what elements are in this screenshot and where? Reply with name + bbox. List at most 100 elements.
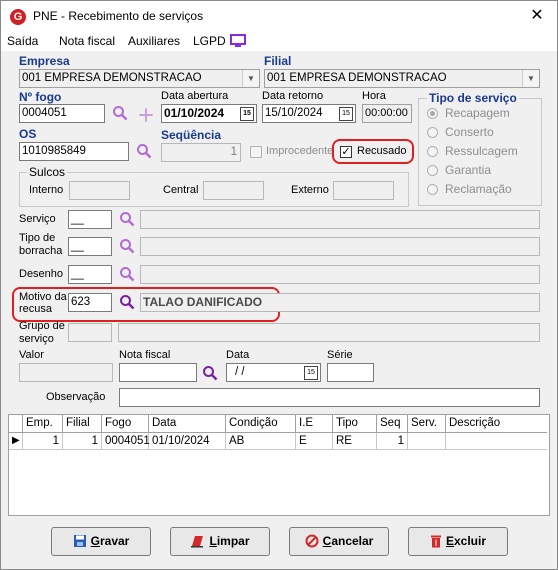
menu-nota-fiscal[interactable]: Nota fiscal <box>59 34 115 48</box>
recusado-checkbox[interactable]: ✓ <box>340 146 352 158</box>
table-row[interactable]: ▶ 1 1 0004051 01/10/2024 AB E RE 1 <box>9 433 547 450</box>
central-input[interactable] <box>203 181 264 200</box>
data-input[interactable]: / / 15 <box>226 363 321 382</box>
trash-icon <box>430 535 441 548</box>
improcedente-checkbox[interactable] <box>250 146 262 158</box>
os-input[interactable]: 1010985849 <box>19 142 129 161</box>
close-icon[interactable]: ✕ <box>527 6 547 26</box>
nota-fiscal-input[interactable] <box>119 363 197 382</box>
externo-label: Externo <box>291 184 329 196</box>
grupo-servico-description <box>118 323 540 342</box>
desenho-code-input[interactable]: __ <box>68 265 112 284</box>
sequencia-label: Seqüência <box>161 128 222 142</box>
limpar-label: impar <box>216 534 250 548</box>
externo-input[interactable] <box>333 181 394 200</box>
data-retorno-label: Data retorno <box>262 90 324 102</box>
col-ie[interactable]: I.E <box>296 415 333 432</box>
menu-saida[interactable]: Saída <box>7 34 38 48</box>
radio-garantia <box>427 165 438 176</box>
improcedente-label: Improcedente <box>266 145 334 157</box>
data-abertura-label: Data abertura <box>161 90 229 102</box>
search-icon[interactable] <box>119 211 135 227</box>
col-data[interactable]: Data <box>149 415 226 432</box>
search-icon[interactable] <box>119 266 135 282</box>
tipo-borracha-description <box>140 237 540 256</box>
col-tipo[interactable]: Tipo <box>333 415 377 432</box>
observacao-input[interactable] <box>119 388 540 407</box>
col-descricao[interactable]: Descrição <box>446 415 547 432</box>
observacao-label: Observação <box>46 391 106 403</box>
hora-input[interactable]: 00:00:00 <box>362 104 412 123</box>
cell-descricao <box>446 433 547 449</box>
col-emp[interactable]: Emp. <box>23 415 63 432</box>
sequencia-input[interactable]: 1 <box>161 143 241 162</box>
empresa-label: Empresa <box>19 54 70 68</box>
data-abertura-input[interactable]: 01/10/2024 15 <box>161 104 257 123</box>
search-icon[interactable] <box>202 365 218 381</box>
radio-reclamacao <box>427 184 438 195</box>
save-icon <box>73 535 86 547</box>
motivo-recusa-code-input[interactable]: 623 <box>68 293 112 312</box>
central-label: Central <box>163 184 199 196</box>
search-icon[interactable] <box>112 105 128 121</box>
col-serv[interactable]: Serv. <box>408 415 446 432</box>
gravar-accel: G <box>90 534 100 548</box>
monitor-icon[interactable] <box>230 34 246 48</box>
col-fogo[interactable]: Fogo <box>102 415 149 432</box>
limpar-accel: L <box>209 534 217 548</box>
motivo-recusa-label: Motivo da recusa <box>19 291 67 315</box>
empresa-select[interactable]: 001 EMPRESA DEMONSTRACAO ▼ <box>19 69 260 88</box>
gravar-button[interactable]: Gravar <box>51 527 151 556</box>
interno-input[interactable] <box>69 181 130 200</box>
plus-icon[interactable] <box>138 107 154 123</box>
limpar-button[interactable]: Limpar <box>170 527 270 556</box>
tipo-borracha-code-input[interactable]: __ <box>68 237 112 256</box>
grupo-servico-label: Grupo de serviço <box>19 320 65 345</box>
data-retorno-input[interactable]: 15/10/2024 15 <box>262 104 356 123</box>
fogo-input[interactable]: 0004051 <box>19 104 105 123</box>
serie-input[interactable] <box>327 363 374 382</box>
cancelar-button[interactable]: Cancelar <box>289 527 389 556</box>
filial-value: 001 EMPRESA DEMONSTRACAO <box>267 72 447 84</box>
title-bar: G PNE - Recebimento de serviços ✕ <box>1 1 557 31</box>
gravar-label: ravar <box>99 534 130 548</box>
calendar-icon[interactable]: 15 <box>240 107 254 121</box>
calendar-icon[interactable]: 15 <box>304 366 318 380</box>
excluir-label: xcluir <box>454 534 487 548</box>
cell-filial: 1 <box>63 433 102 449</box>
filial-select[interactable]: 001 EMPRESA DEMONSTRACAO ▼ <box>264 69 540 88</box>
col-filial[interactable]: Filial <box>63 415 102 432</box>
empresa-value: 001 EMPRESA DEMONSTRACAO <box>22 72 202 84</box>
chevron-down-icon[interactable]: ▼ <box>242 70 259 87</box>
cell-serv <box>408 433 446 449</box>
cell-data: 01/10/2024 <box>149 433 226 449</box>
data-label: Data <box>226 349 250 361</box>
search-icon[interactable] <box>119 294 135 310</box>
grupo-servico-code-input[interactable] <box>68 323 112 342</box>
cancelar-accel: C <box>322 534 332 548</box>
col-condicao[interactable]: Condição <box>226 415 296 432</box>
recusado-label: Recusado <box>357 145 407 157</box>
excluir-button[interactable]: Excluir <box>408 527 508 556</box>
servico-code-input[interactable]: __ <box>68 210 112 229</box>
menu-auxiliares[interactable]: Auxiliares <box>128 34 180 48</box>
search-icon[interactable] <box>136 143 152 159</box>
radio-garantia-label: Garantia <box>445 163 492 177</box>
hora-label: Hora <box>362 90 386 102</box>
cell-ie: E <box>296 433 333 449</box>
radio-conserto <box>427 127 438 138</box>
calendar-icon[interactable]: 15 <box>339 107 353 121</box>
col-seq[interactable]: Seq <box>377 415 408 432</box>
radio-recapagem-label: Recapagem <box>445 106 510 120</box>
valor-label: Valor <box>19 349 44 361</box>
menu-lgpd[interactable]: LGPD <box>193 34 226 48</box>
radio-ressulcagem-label: Ressulcagem <box>445 144 518 158</box>
valor-input[interactable] <box>19 363 113 382</box>
filial-label: Filial <box>264 54 292 68</box>
search-icon[interactable] <box>119 238 135 254</box>
servico-label: Serviço <box>19 213 56 225</box>
servico-description <box>140 210 540 229</box>
services-grid[interactable]: Emp. Filial Fogo Data Condição I.E Tipo … <box>8 414 550 516</box>
chevron-down-icon[interactable]: ▼ <box>522 70 539 87</box>
excluir-accel: E <box>445 534 454 548</box>
